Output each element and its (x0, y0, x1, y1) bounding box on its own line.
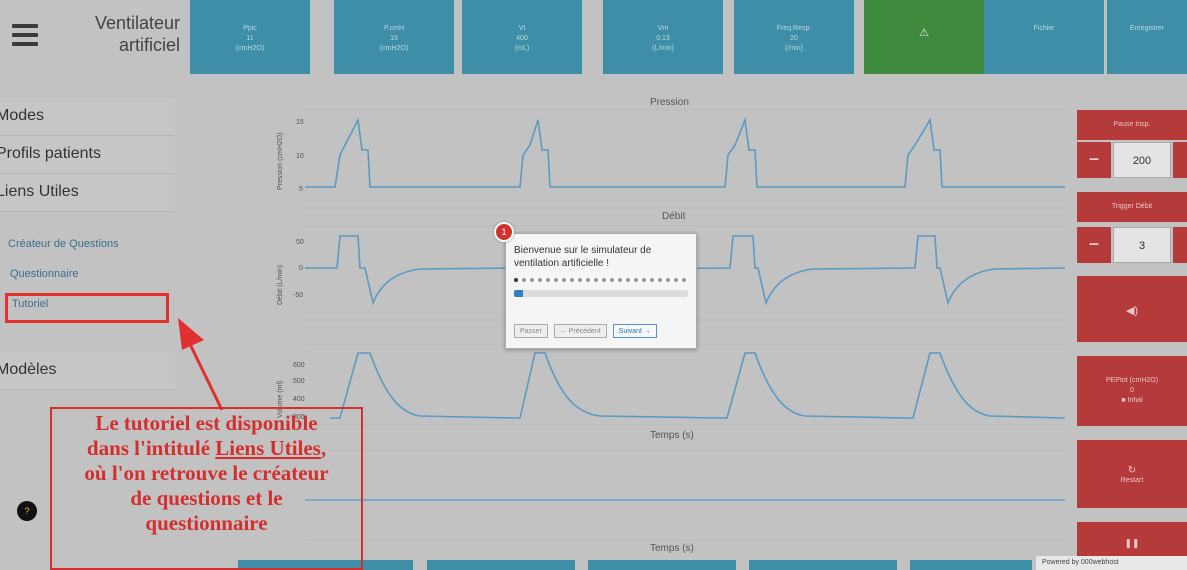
help-icon[interactable]: ? (17, 501, 37, 521)
peep-sub: ■ Inhal (1121, 397, 1143, 404)
pause-minus-button[interactable]: − (1077, 142, 1111, 178)
bottom-tab-4[interactable] (749, 560, 897, 570)
tick-f-50: 50 (296, 239, 304, 246)
powered-by-badge[interactable]: Powered by 000webhost (1036, 556, 1187, 570)
volume-curve (330, 352, 1066, 419)
restart-button[interactable]: ↻ Restart (1077, 440, 1187, 508)
step-dot[interactable] (650, 278, 654, 282)
step-dot[interactable] (554, 278, 558, 282)
step-dot[interactable] (522, 278, 526, 282)
step-dot[interactable] (530, 278, 534, 282)
ylabel-pressure: Pression (cmH2O) (277, 132, 284, 190)
step-dot[interactable] (562, 278, 566, 282)
step-dots (514, 278, 688, 286)
step-dot[interactable] (682, 278, 686, 282)
step-dot[interactable] (602, 278, 606, 282)
next-button[interactable]: Suivant → (612, 324, 657, 338)
annotation-line3: où l'on retrouve le créateur (84, 461, 329, 485)
pause-insp-button[interactable]: Pause Insp. (1077, 110, 1187, 140)
pause-icon: ❚❚ (1124, 538, 1140, 548)
trigger-value-field[interactable]: 3 (1113, 227, 1171, 263)
bottom-tab-3[interactable] (588, 560, 736, 570)
ylabel-flow: Débit (L/min) (277, 265, 284, 305)
app-root: Ventilateur artificiel Ppic 11 (cmH2O) P.cm… (0, 0, 1187, 570)
step-dot[interactable] (586, 278, 590, 282)
tick-f-n50: -50 (293, 292, 303, 299)
annotation-line4: de questions et le (130, 486, 283, 510)
step-dot[interactable] (626, 278, 630, 282)
restart-label: Restart (1120, 477, 1144, 484)
step-dot[interactable] (634, 278, 638, 282)
step-dot[interactable] (538, 278, 542, 282)
trigger-stepper: − 3 (1077, 227, 1187, 263)
restart-icon: ↻ (1127, 465, 1137, 476)
progress-bar (514, 290, 688, 297)
step-dot[interactable] (618, 278, 622, 282)
step-dot[interactable] (570, 278, 574, 282)
skip-button[interactable]: Passer (514, 324, 548, 338)
step-dot[interactable] (674, 278, 678, 282)
annotation-liens-utiles: Liens Utiles (215, 436, 321, 460)
pause-plus-button[interactable] (1173, 142, 1187, 178)
tick-p-10: 10 (296, 153, 304, 160)
pause-insp-stepper: − 200 (1077, 142, 1187, 178)
tick-p-15: 15 (296, 119, 304, 126)
progress-fill (514, 290, 523, 297)
step-number-badge: 1 (494, 222, 514, 242)
annotation-line2: dans l'intitulé Liens Utiles, (86, 436, 327, 460)
step-dot[interactable] (666, 278, 670, 282)
bottom-tab-5[interactable] (910, 560, 1032, 570)
trigger-plus-button[interactable] (1173, 227, 1187, 263)
peep-button[interactable]: PEPtot (cmH2O) 0 ■ Inhal (1077, 356, 1187, 426)
annotation-text: Le tutoriel est disponible dans l'intitu… (52, 411, 361, 536)
checkbox-icon: ■ (1121, 397, 1126, 404)
tick-v-600: 600 (293, 362, 305, 369)
annotation-arrow (178, 318, 224, 411)
step-dot[interactable] (514, 278, 518, 282)
pause-value-field[interactable]: 200 (1113, 142, 1171, 178)
tick-v-400: 400 (293, 396, 305, 403)
tick-f-0: 0 (299, 265, 303, 272)
peep-value: 0 (1130, 387, 1134, 394)
sound-button[interactable]: ◀) (1077, 276, 1187, 342)
pressure-curve (305, 116, 1065, 188)
tick-v-500: 500 (293, 378, 305, 385)
step-dot[interactable] (658, 278, 662, 282)
trigger-debit-button[interactable]: Trigger Débit (1077, 192, 1187, 222)
step-dot[interactable] (546, 278, 550, 282)
speaker-icon: ◀) (1125, 305, 1139, 317)
peep-label: PEPtot (cmH2O) (1105, 377, 1159, 384)
step-dot[interactable] (642, 278, 646, 282)
tutorial-modal: Bienvenue sur le simulateur de ventilati… (505, 233, 697, 349)
step-dot[interactable] (578, 278, 582, 282)
step-dot[interactable] (610, 278, 614, 282)
step-dot[interactable] (594, 278, 598, 282)
bottom-tab-2[interactable] (427, 560, 575, 570)
tutoriel-highlight-box (5, 293, 169, 323)
modal-welcome-text: Bienvenue sur le simulateur de ventilati… (514, 245, 652, 269)
previous-button[interactable]: ← Précédent (553, 324, 607, 338)
tick-p-5: 5 (299, 186, 303, 193)
annotation-line1: Le tutoriel est disponible (95, 411, 318, 435)
trigger-minus-button[interactable]: − (1077, 227, 1111, 263)
annotation-line5: questionnaire (145, 511, 268, 535)
